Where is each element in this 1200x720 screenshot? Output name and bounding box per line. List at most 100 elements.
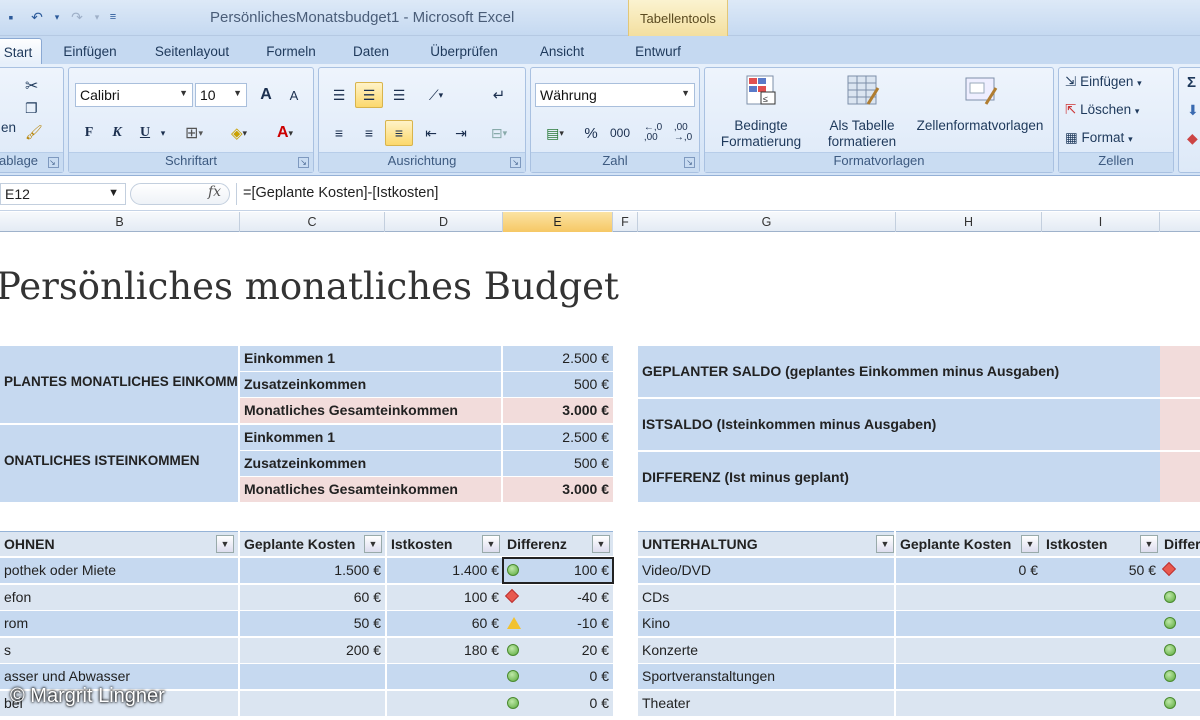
align-right-icon[interactable]: ≡ xyxy=(385,120,413,146)
thousands-button[interactable]: 000 xyxy=(605,120,635,146)
planned-income-1-value[interactable]: 2.500 € xyxy=(503,346,613,372)
entertainment-row-diff[interactable] xyxy=(1160,664,1200,690)
entertainment-row-name[interactable]: Video/DVD xyxy=(638,558,894,584)
font-launcher-icon[interactable]: ↘ xyxy=(298,157,309,168)
font-size-select[interactable]: 10 ▼ xyxy=(195,83,247,107)
redo-dropdown-icon[interactable]: ▾ xyxy=(92,7,102,27)
format-as-table-button[interactable]: Als Tabelle formatieren xyxy=(815,74,909,150)
entertainment-row-name[interactable]: Konzerte xyxy=(638,637,894,664)
alignment-launcher-icon[interactable]: ↘ xyxy=(510,157,521,168)
housing-row-planned[interactable]: 1.500 € xyxy=(240,558,385,584)
housing-row-planned[interactable]: 200 € xyxy=(240,637,385,664)
number-launcher-icon[interactable]: ↘ xyxy=(684,157,695,168)
filter-dropdown-icon[interactable]: ▼ xyxy=(592,535,610,553)
merge-cells-icon[interactable]: ⊟ ▾ xyxy=(481,120,517,146)
font-name-select[interactable]: Calibri ▼ xyxy=(75,83,193,107)
column-header-i[interactable]: I xyxy=(1042,212,1160,232)
tab-entwurf[interactable]: Entwurf xyxy=(602,38,714,64)
fill-color-icon[interactable]: ◈ ▾ xyxy=(219,120,259,146)
actual-income-1-label[interactable]: Einkommen 1 xyxy=(240,425,501,451)
housing-row-name[interactable]: pothek oder Miete xyxy=(0,558,238,584)
housing-row-planned[interactable]: 50 € xyxy=(240,611,385,637)
entertainment-row-name[interactable]: Sportveranstaltungen xyxy=(638,664,894,690)
planned-balance-value[interactable] xyxy=(1160,346,1200,398)
font-color-icon[interactable]: A ▾ xyxy=(265,120,305,146)
entertainment-row-diff[interactable] xyxy=(1160,558,1200,584)
actual-balance-value[interactable] xyxy=(1160,399,1200,451)
entertainment-row-planned[interactable] xyxy=(896,664,1042,690)
customize-qat-icon[interactable]: ≡ xyxy=(106,7,120,27)
entertainment-row-diff[interactable] xyxy=(1160,611,1200,637)
filter-dropdown-icon[interactable]: ▼ xyxy=(1021,535,1039,553)
planned-income-total-label[interactable]: Monatliches Gesamteinkommen xyxy=(240,398,501,424)
actual-income-2-value[interactable]: 500 € xyxy=(503,451,613,477)
difference-value[interactable] xyxy=(1160,452,1200,503)
filter-dropdown-icon[interactable]: ▼ xyxy=(364,535,382,553)
delete-cells-button[interactable]: ⇱ Löschen ▾ xyxy=(1065,102,1139,118)
housing-row-name[interactable]: efon xyxy=(0,584,238,611)
planned-income-2-value[interactable]: 500 € xyxy=(503,372,613,398)
entertainment-row-planned[interactable] xyxy=(896,611,1042,637)
housing-row-diff[interactable]: 0 € xyxy=(503,690,613,717)
actual-income-total-value[interactable]: 3.000 € xyxy=(503,477,613,503)
undo-icon[interactable]: ↶ xyxy=(26,7,48,27)
filter-dropdown-icon[interactable]: ▼ xyxy=(1140,535,1158,553)
housing-row-name[interactable]: s xyxy=(0,637,238,664)
entertainment-row-planned[interactable] xyxy=(896,690,1042,717)
planned-income-label[interactable]: PLANTES MONATLICHES EINKOMMEN xyxy=(0,346,238,424)
entertainment-row-actual[interactable] xyxy=(1042,637,1160,664)
entertainment-row-actual[interactable] xyxy=(1042,584,1160,611)
housing-row-actual[interactable]: 100 € xyxy=(387,584,503,611)
housing-row-name[interactable]: rom xyxy=(0,611,238,637)
tab-daten[interactable]: Daten xyxy=(336,38,406,64)
entertainment-row-actual[interactable] xyxy=(1042,611,1160,637)
underline-dropdown-icon[interactable]: ▾ xyxy=(157,120,169,146)
filter-dropdown-icon[interactable]: ▼ xyxy=(876,535,894,553)
column-header-h[interactable]: H xyxy=(896,212,1042,232)
housing-header-name[interactable]: OHNEN xyxy=(0,531,238,557)
housing-row-actual[interactable] xyxy=(387,664,503,690)
tab-seitenlayout[interactable]: Seitenlayout xyxy=(138,38,246,64)
housing-row-actual[interactable]: 180 € xyxy=(387,637,503,664)
format-cells-button[interactable]: ▦ Format ▾ xyxy=(1065,130,1133,146)
column-header-e[interactable]: E xyxy=(503,212,613,232)
grow-font-button[interactable]: A xyxy=(253,82,279,108)
insert-function-icon[interactable]: fx xyxy=(208,184,221,200)
copy-icon[interactable]: ❐ xyxy=(25,100,38,117)
housing-row-diff[interactable]: 20 € xyxy=(503,637,613,664)
decrease-indent-icon[interactable]: ⇤ xyxy=(417,120,445,146)
format-painter-icon[interactable]: 🖌 xyxy=(25,124,43,141)
borders-icon[interactable]: ⊞ ▾ xyxy=(177,120,211,146)
actual-income-total-label[interactable]: Monatliches Gesamteinkommen xyxy=(240,477,501,503)
tab-einfuegen[interactable]: Einfügen xyxy=(42,38,138,64)
entertainment-row-planned[interactable] xyxy=(896,584,1042,611)
align-top-icon[interactable]: ☰ xyxy=(325,82,353,108)
currency-icon[interactable]: ▤ ▾ xyxy=(535,120,575,146)
entertainment-row-planned[interactable] xyxy=(896,637,1042,664)
conditional-formatting-button[interactable]: ≤ Bedingte Formatierung xyxy=(709,74,813,150)
actual-balance-label[interactable]: ISTSALDO (Isteinkommen minus Ausgaben) xyxy=(638,399,1160,451)
actual-income-1-value[interactable]: 2.500 € xyxy=(503,425,613,451)
entertainment-row-diff[interactable] xyxy=(1160,637,1200,664)
planned-balance-label[interactable]: GEPLANTER SALDO (geplantes Einkommen min… xyxy=(638,346,1160,398)
cut-icon[interactable]: ✂ xyxy=(25,76,38,96)
number-format-select[interactable]: Währung ▼ xyxy=(535,83,695,107)
align-center-icon[interactable]: ≡ xyxy=(355,120,383,146)
name-box[interactable]: E12 ▼ xyxy=(0,183,126,205)
increase-decimal-icon[interactable]: ←,0,00 xyxy=(639,120,667,146)
housing-row-diff[interactable]: -10 € xyxy=(503,611,613,637)
entertainment-row-diff[interactable] xyxy=(1160,584,1200,611)
entertainment-row-name[interactable]: Theater xyxy=(638,690,894,717)
planned-income-2-label[interactable]: Zusatzeinkommen xyxy=(240,372,501,398)
column-header-d[interactable]: D xyxy=(385,212,503,232)
entertainment-header-name[interactable]: UNTERHALTUNG xyxy=(638,531,894,557)
undo-dropdown-icon[interactable]: ▾ xyxy=(52,7,62,27)
entertainment-row-name[interactable]: CDs xyxy=(638,584,894,611)
entertainment-row-actual[interactable] xyxy=(1042,690,1160,717)
planned-income-total-value[interactable]: 3.000 € xyxy=(503,398,613,424)
wrap-text-icon[interactable]: ↵ xyxy=(485,82,513,108)
entertainment-header-diff[interactable]: Differ xyxy=(1160,531,1200,557)
filter-dropdown-icon[interactable]: ▼ xyxy=(216,535,234,553)
housing-row-planned[interactable]: 60 € xyxy=(240,584,385,611)
column-header-c[interactable]: C xyxy=(240,212,385,232)
